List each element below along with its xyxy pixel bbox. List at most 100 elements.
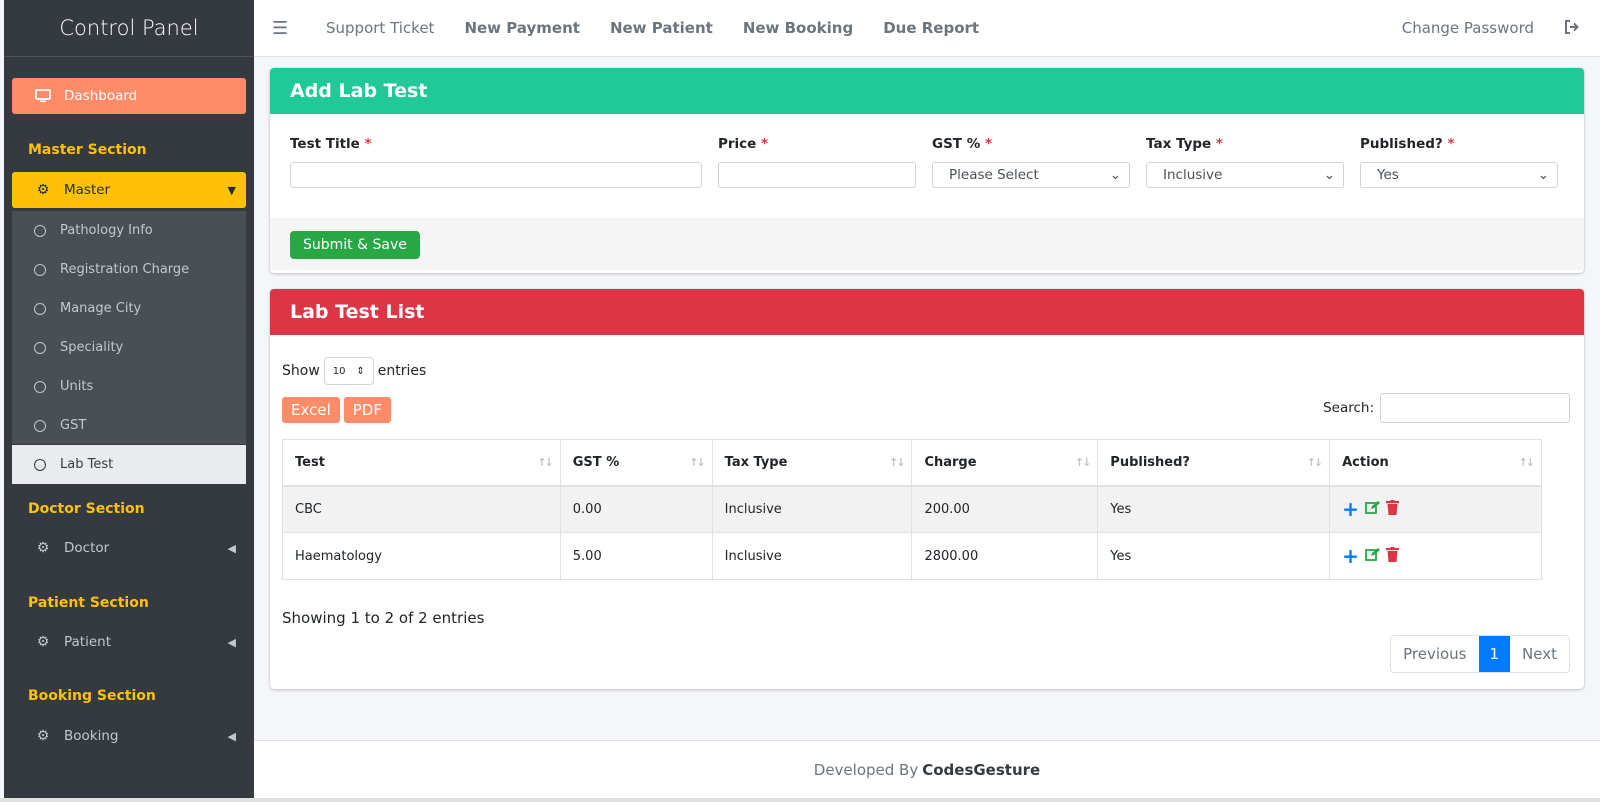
- footer-text: Developed By: [813, 760, 919, 779]
- section-title-booking: Booking Section: [28, 688, 156, 704]
- page-1-button[interactable]: 1: [1478, 636, 1511, 672]
- link-new-payment[interactable]: New Payment: [464, 19, 580, 37]
- sidebar-item-booking[interactable]: ⚙ Booking ◀: [12, 718, 246, 754]
- cell-charge: 200.00: [911, 485, 1099, 533]
- add-icon[interactable]: +: [1342, 544, 1359, 568]
- monitor-icon: [34, 89, 52, 103]
- published-select[interactable]: Yes ⌄: [1360, 162, 1558, 188]
- edit-icon[interactable]: [1364, 547, 1380, 566]
- column-header-published[interactable]: Published? ↑↓: [1097, 439, 1331, 487]
- pagination: Previous 1 Next: [1390, 635, 1570, 673]
- column-header-tax-type[interactable]: Tax Type ↑↓: [711, 439, 913, 487]
- sidebar-item-patient[interactable]: ⚙ Patient ◀: [12, 624, 246, 660]
- cell-test: Haematology: [282, 532, 561, 580]
- field-published: Published? * Yes ⌄: [1360, 136, 1558, 188]
- add-lab-test-card: Add Lab Test Test Title * Price * GST % …: [270, 68, 1584, 273]
- cell-tax-type: Inclusive: [711, 485, 913, 533]
- entries-label: entries: [377, 363, 427, 379]
- card-title: Lab Test List: [270, 289, 1584, 335]
- gear-icon: ⚙: [36, 728, 50, 744]
- chevron-down-icon: ⌄: [1323, 167, 1335, 183]
- delete-icon[interactable]: [1385, 499, 1399, 519]
- topbar: ☰ Support Ticket New Payment New Patient…: [254, 0, 1600, 57]
- sidebar-item-units[interactable]: Units: [12, 367, 246, 406]
- search-box: Search:: [1323, 393, 1570, 423]
- cell-gst: 0.00: [559, 485, 713, 533]
- sort-icon: ↑↓: [689, 456, 706, 469]
- link-new-patient[interactable]: New Patient: [610, 19, 713, 37]
- previous-button[interactable]: Previous: [1391, 636, 1478, 672]
- sort-icon: ↑↓: [1306, 456, 1324, 469]
- field-label: Published? *: [1360, 136, 1455, 152]
- show-entries: Show 10 ⇕ entries: [282, 357, 426, 385]
- sidebar-item-pathology-info[interactable]: Pathology Info: [12, 211, 246, 250]
- table-row: CBC 0.00 Inclusive 200.00 Yes +: [282, 485, 1542, 533]
- tax-type-select[interactable]: Inclusive ⌄: [1146, 162, 1344, 188]
- sort-icon: ↑↓: [1074, 456, 1092, 469]
- circle-icon: [34, 458, 46, 471]
- chevron-down-icon: ▼: [227, 183, 236, 197]
- footer: Developed By CodesGesture: [254, 740, 1600, 798]
- sidebar-item-label: GST: [60, 418, 87, 433]
- column-header-action[interactable]: Action ↑↓: [1329, 439, 1542, 487]
- sidebar-item-label: Units: [60, 379, 94, 394]
- circle-icon: [34, 302, 46, 315]
- next-button[interactable]: Next: [1510, 636, 1569, 672]
- sort-icon: ↑↓: [537, 456, 554, 469]
- sort-icon: ↑↓: [889, 456, 906, 469]
- logout-icon[interactable]: [1564, 19, 1580, 38]
- field-label: Price *: [718, 136, 769, 152]
- gear-icon: ⚙: [36, 634, 50, 650]
- sidebar-item-label: Pathology Info: [60, 223, 153, 238]
- sidebar-item-label: Patient: [64, 634, 112, 650]
- cell-action: +: [1329, 485, 1542, 533]
- cell-action: +: [1329, 532, 1542, 580]
- sidebar-item-speciality[interactable]: Speciality: [12, 328, 246, 367]
- sidebar-item-label: Booking: [64, 728, 119, 744]
- column-header-gst[interactable]: GST % ↑↓: [559, 439, 713, 487]
- hamburger-menu-icon[interactable]: ☰: [272, 18, 296, 39]
- field-price: Price *: [718, 136, 916, 188]
- link-due-report[interactable]: Due Report: [883, 19, 979, 37]
- sidebar-item-doctor[interactable]: ⚙ Doctor ◀: [12, 530, 246, 566]
- sidebar-item-label: Doctor: [64, 540, 110, 556]
- add-icon[interactable]: +: [1342, 497, 1359, 521]
- sidebar-item-dashboard[interactable]: Dashboard: [12, 78, 246, 114]
- column-header-test[interactable]: Test ↑↓: [282, 439, 561, 487]
- circle-icon: [34, 263, 46, 276]
- sidebar-item-master[interactable]: ⚙ Master ▼: [12, 172, 246, 208]
- price-input[interactable]: [718, 162, 916, 188]
- section-title-patient: Patient Section: [28, 595, 149, 611]
- field-label: GST % *: [932, 136, 993, 152]
- lab-test-table: Test ↑↓ GST % ↑↓ Tax Type ↑↓ Charge ↑↓ Publi…: [282, 439, 1542, 580]
- sidebar-item-manage-city[interactable]: Manage City: [12, 289, 246, 328]
- link-support-ticket[interactable]: Support Ticket: [326, 19, 434, 37]
- sidebar-item-registration-charge[interactable]: Registration Charge: [12, 250, 246, 289]
- submit-save-button[interactable]: Submit & Save: [290, 230, 420, 259]
- column-header-charge[interactable]: Charge ↑↓: [911, 439, 1099, 487]
- footer-company-link[interactable]: CodesGesture: [922, 761, 1040, 779]
- delete-icon[interactable]: [1385, 546, 1399, 566]
- search-input[interactable]: [1380, 393, 1570, 423]
- test-title-input[interactable]: [290, 162, 702, 188]
- link-change-password[interactable]: Change Password: [1402, 19, 1534, 37]
- pdf-button[interactable]: PDF: [343, 397, 391, 423]
- brand-title[interactable]: Control Panel: [4, 0, 254, 57]
- excel-button[interactable]: Excel: [282, 397, 340, 423]
- cell-charge: 2800.00: [911, 532, 1099, 580]
- link-new-booking[interactable]: New Booking: [743, 19, 853, 37]
- card-title: Add Lab Test: [270, 68, 1584, 114]
- sidebar-item-lab-test[interactable]: Lab Test: [12, 445, 246, 484]
- cell-published: Yes: [1097, 532, 1331, 580]
- chevron-left-icon: ◀: [227, 635, 236, 649]
- sidebar-item-gst[interactable]: GST: [12, 406, 246, 445]
- gst-select[interactable]: Please Select ⌄: [932, 162, 1130, 188]
- entries-select[interactable]: 10 ⇕: [323, 357, 374, 385]
- field-label: Tax Type *: [1146, 136, 1223, 152]
- edit-icon[interactable]: [1364, 500, 1380, 519]
- sidebar-item-label: Registration Charge: [60, 262, 190, 277]
- sort-icon: ↑↓: [1518, 456, 1536, 469]
- lab-test-list-card: Lab Test List Show 10 ⇕ entries Excel PDF…: [270, 289, 1584, 689]
- circle-icon: [34, 341, 46, 354]
- topbar-right: Change Password: [1402, 19, 1580, 38]
